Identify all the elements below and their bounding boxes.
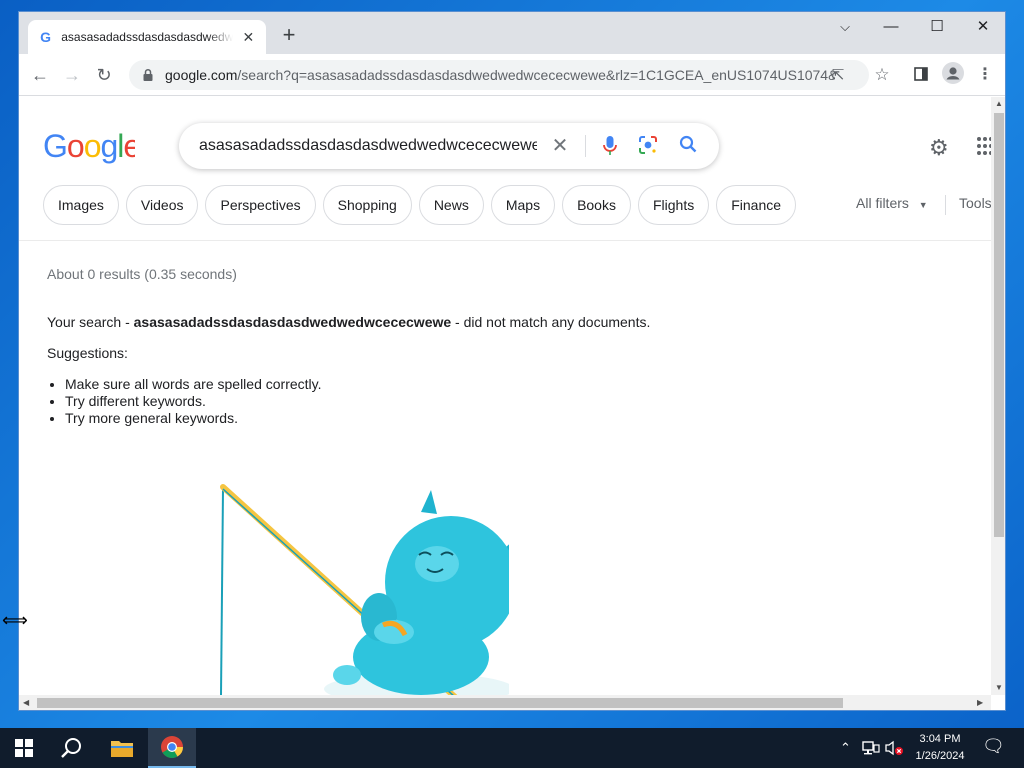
all-filters-label: All filters [856, 195, 909, 211]
svg-text:Google: Google [43, 130, 135, 164]
taskbar-clock[interactable]: 3:04 PM 1/26/2024 [906, 731, 974, 765]
maximize-button[interactable]: ☐ [914, 12, 960, 42]
start-button[interactable] [0, 728, 48, 768]
taskbar-search-button[interactable] [48, 728, 96, 768]
network-icon[interactable] [862, 740, 880, 759]
address-bar[interactable]: google.com/search?q=asasasadadssdasdasda… [129, 60, 869, 90]
google-logo[interactable]: Google [43, 128, 141, 172]
horizontal-scroll-thumb[interactable] [37, 698, 843, 708]
result-stats: About 0 results (0.35 seconds) [47, 266, 237, 282]
chrome-menu-icon[interactable]: ⋮ [972, 62, 998, 88]
new-tab-button[interactable]: + [277, 24, 301, 48]
scroll-right-arrow-icon[interactable]: ▶ [977, 698, 983, 707]
suggestions-list: Make sure all words are spelled correctl… [65, 376, 322, 427]
minimize-button[interactable]: — [868, 12, 914, 42]
fishing-monster-illustration [220, 484, 509, 695]
browser-toolbar: ← → ↻ google.com/search?q=asasasadadssda… [19, 54, 1005, 96]
chip-perspectives[interactable]: Perspectives [205, 185, 316, 225]
settings-gear-icon[interactable]: ⚙ [929, 135, 949, 161]
search-submit-icon[interactable] [677, 135, 699, 157]
search-box[interactable]: asasasadadssdasdasdasdwedwedwcececwewe ✕ [179, 123, 719, 169]
all-filters-button[interactable]: All filters ▼ [856, 195, 928, 211]
url-text[interactable]: google.com/search?q=asasasadadssdasdasda… [165, 67, 835, 83]
suggestion-item: Try more general keywords. [65, 410, 322, 427]
search-divider [585, 135, 586, 157]
google-favicon-icon: G [40, 29, 52, 45]
side-panel-icon[interactable] [908, 62, 934, 88]
vertical-scroll-thumb[interactable] [994, 113, 1004, 537]
horizontal-scrollbar[interactable]: ◀ ▶ [19, 695, 991, 710]
suggestion-item: Try different keywords. [65, 393, 322, 410]
chrome-icon [161, 736, 183, 758]
chip-news[interactable]: News [418, 185, 484, 225]
dropdown-caret-icon: ▼ [918, 200, 928, 210]
clock-time: 3:04 PM [919, 733, 961, 745]
no-results-query: asasasadadssdasdasdasdwedwedwcececwewe [133, 314, 452, 330]
folder-icon [111, 741, 133, 757]
tab-close-icon[interactable]: ✕ [241, 29, 256, 46]
chrome-taskbar-button[interactable] [148, 728, 196, 768]
url-domain: google.com [165, 67, 238, 83]
scroll-up-arrow-icon[interactable]: ▲ [995, 99, 1003, 108]
filters-divider [945, 195, 946, 215]
forward-button[interactable]: → [59, 62, 85, 88]
tray-chevron-up-icon[interactable]: ⌃ [840, 740, 851, 756]
header-divider [19, 240, 991, 241]
resize-cursor-icon: ⟺ [2, 610, 28, 630]
search-input[interactable]: asasasadadssdasdasdasdwedwedwcececwewe [199, 137, 537, 155]
notification-center-icon[interactable]: 🗨 [982, 736, 1005, 757]
no-results-suffix: - did not match any documents. [451, 314, 651, 330]
chip-maps[interactable]: Maps [490, 185, 556, 225]
lens-search-icon[interactable] [637, 135, 659, 157]
search-results-page: Google asasasadadssdasdasdasdwedwedwcece… [19, 97, 991, 695]
voice-search-icon[interactable] [599, 135, 621, 157]
share-icon[interactable]: ⇱ [829, 67, 847, 85]
reload-button[interactable]: ↻ [91, 62, 117, 88]
url-path: /search?q=asasasadadssdasdasdasdwedwedwc… [237, 67, 835, 83]
chip-images[interactable]: Images [43, 185, 119, 225]
chip-videos[interactable]: Videos [125, 185, 199, 225]
profile-avatar-icon[interactable] [940, 62, 966, 88]
search-icon [61, 738, 81, 758]
chip-books[interactable]: Books [562, 185, 631, 225]
tab-title: asasasadadssdasdasdasdwedwedwcececwewe -… [61, 30, 233, 44]
back-button[interactable]: ← [27, 62, 53, 88]
chip-finance[interactable]: Finance [716, 185, 797, 225]
search-filter-chips: Images Videos Perspectives Shopping News… [43, 185, 797, 225]
windows-logo-icon [15, 739, 33, 757]
windows-taskbar: ⌃ 3:04 PM 1/26/2024 🗨 [0, 728, 1024, 768]
file-explorer-button[interactable] [98, 728, 146, 768]
clock-date: 1/26/2024 [915, 750, 965, 762]
chip-flights[interactable]: Flights [637, 185, 710, 225]
clear-search-icon[interactable]: ✕ [549, 135, 571, 157]
vertical-scrollbar[interactable]: ▲ ▼ [991, 97, 1005, 695]
suggestion-item: Make sure all words are spelled correctl… [65, 376, 322, 393]
no-results-prefix: Your search - [47, 314, 134, 330]
tools-button[interactable]: Tools [959, 195, 991, 211]
browser-tab[interactable]: G asasasadadssdasdasdasdwedwedwcececwewe… [28, 20, 266, 54]
tab-strip: G asasasadadssdasdasdasdwedwedwcececwewe… [19, 12, 1005, 54]
chrome-window: G asasasadadssdasdasdasdwedwedwcececwewe… [18, 11, 1006, 711]
lock-icon[interactable] [141, 68, 155, 82]
tab-search-chevron-icon[interactable]: ⌵ [822, 12, 868, 42]
google-wordmark[interactable]: Google [43, 128, 141, 164]
no-results-message: Your search - asasasadadssdasdasdasdwedw… [47, 314, 650, 330]
close-window-button[interactable]: ✕ [960, 12, 1005, 42]
google-apps-icon[interactable] [977, 137, 991, 155]
volume-muted-icon[interactable] [884, 740, 904, 759]
bookmark-star-icon[interactable]: ☆ [869, 62, 895, 88]
chip-shopping[interactable]: Shopping [322, 185, 412, 225]
scroll-down-arrow-icon[interactable]: ▼ [995, 683, 1003, 692]
scroll-left-arrow-icon[interactable]: ◀ [23, 698, 29, 707]
suggestions-title: Suggestions: [47, 345, 128, 361]
